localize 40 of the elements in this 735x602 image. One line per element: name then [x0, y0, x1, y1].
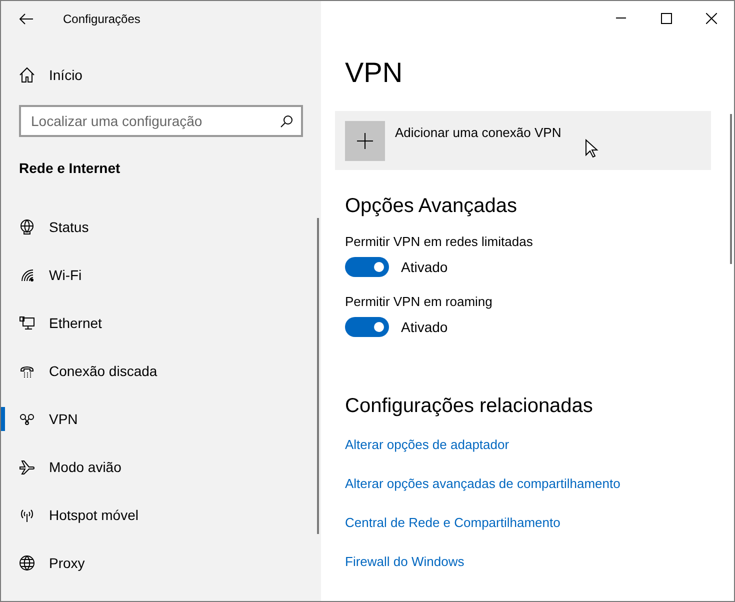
search-field[interactable]: Localizar uma configuração — [19, 105, 303, 137]
chain-link-icon — [19, 411, 35, 427]
settings-link[interactable]: Alterar opções avançadas de compartilhamento — [345, 464, 620, 503]
sidebar-item[interactable]: VPN — [1, 395, 321, 443]
mouse-pointer-icon — [585, 139, 599, 158]
antenna-icon — [19, 507, 35, 523]
wifi-icon — [19, 267, 35, 283]
monitor-icon — [19, 315, 35, 331]
globe-monitor-icon — [19, 219, 35, 235]
section-heading: Rede e Internet — [18, 158, 122, 178]
sidebar-item[interactable]: Wi-Fi — [1, 251, 321, 299]
setting-label: Permitir VPN em roaming — [345, 293, 494, 311]
window-title: Configurações — [63, 11, 140, 28]
sidebar-item[interactable]: Modo avião — [1, 443, 321, 491]
setting-label: Permitir VPN em redes limitadas — [345, 233, 534, 251]
toggle-switch[interactable] — [345, 317, 389, 337]
globe-icon — [19, 555, 35, 571]
back-arrow-icon — [19, 13, 33, 25]
sidebar-item[interactable]: Proxy — [1, 539, 321, 587]
settings-link[interactable]: Firewall do Windows — [345, 542, 464, 581]
sidebar-item[interactable]: Hotspot móvel — [1, 491, 321, 539]
home-link[interactable]: Início — [1, 51, 321, 99]
home-icon — [19, 67, 35, 83]
airplane-icon — [19, 459, 35, 475]
section-heading: Configurações relacionadas — [345, 394, 594, 419]
page-title: VPN — [345, 56, 404, 90]
sidebar-item[interactable]: Status — [1, 203, 321, 251]
settings-link[interactable]: Central de Rede e Compartilhamento — [345, 503, 560, 542]
section-heading: Opções Avançadas — [345, 194, 518, 219]
add-vpn-button[interactable]: Adicionar uma conexão VPN — [335, 111, 711, 170]
toggle-state: Ativado — [401, 258, 448, 276]
toggle-state: Ativado — [401, 318, 448, 336]
maximize-icon — [661, 12, 672, 24]
plus-icon — [357, 133, 373, 149]
search-icon — [280, 115, 293, 128]
sidebar-item[interactable]: Conexão discada — [1, 347, 321, 395]
toggle-switch[interactable] — [345, 257, 389, 277]
sidebar-item[interactable]: Ethernet — [1, 299, 321, 347]
settings-link[interactable]: Alterar opções de adaptador — [345, 425, 510, 464]
close-icon — [706, 12, 717, 24]
